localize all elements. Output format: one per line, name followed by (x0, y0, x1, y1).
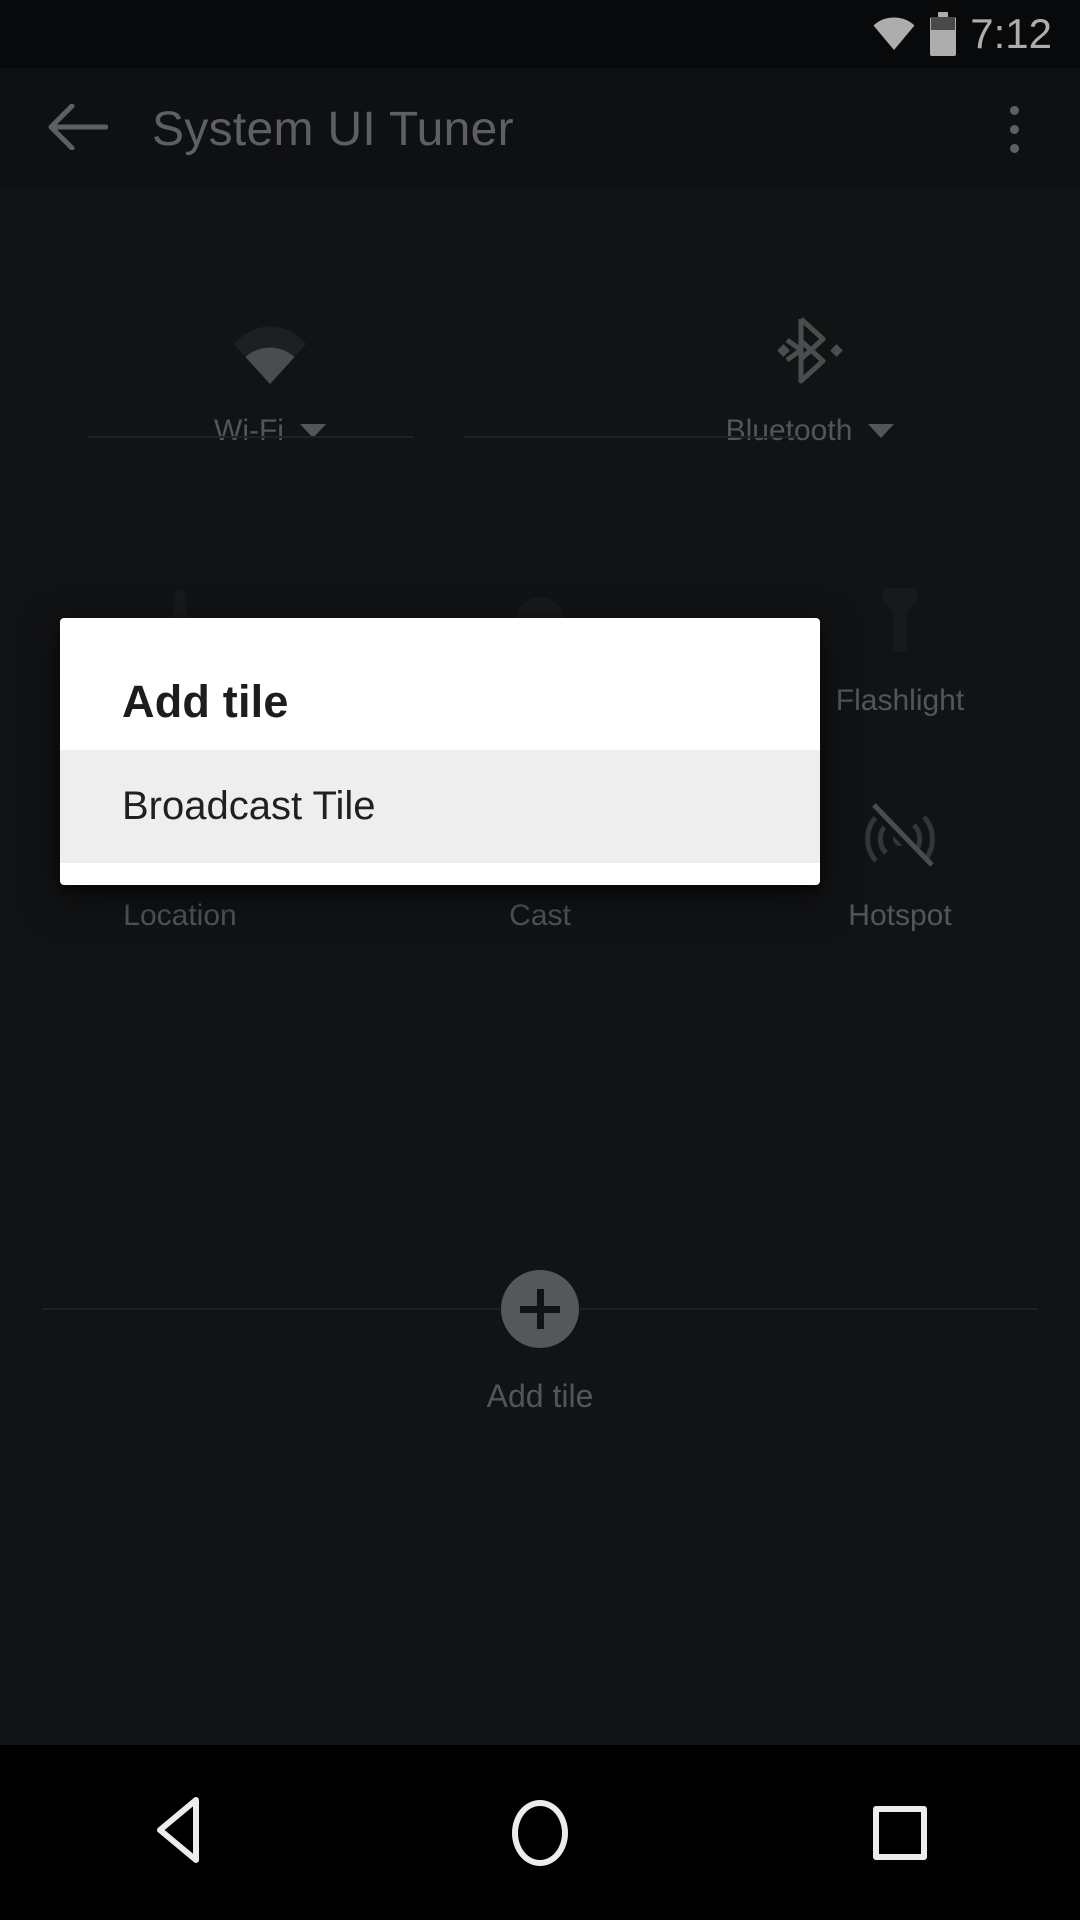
dialog-title: Add tile (122, 676, 289, 727)
nav-back-button[interactable] (105, 1768, 255, 1898)
phone-screen: 7:12 System UI Tuner Wi-Fi Bluetooth Fla… (0, 0, 1080, 1920)
home-icon (512, 1799, 568, 1866)
navigation-bar (0, 1745, 1080, 1920)
nav-home-button[interactable] (465, 1768, 615, 1898)
add-tile-dialog: Add tile Broadcast Tile (60, 618, 820, 885)
back-icon (148, 1794, 212, 1871)
recents-icon (873, 1805, 927, 1860)
dialog-scrim[interactable] (0, 0, 1080, 1920)
nav-recents-button[interactable] (825, 1768, 975, 1898)
list-item[interactable]: Broadcast Tile (60, 750, 820, 863)
list-item-label: Broadcast Tile (122, 784, 376, 828)
dialog-item-list: Broadcast Tile (60, 750, 820, 863)
